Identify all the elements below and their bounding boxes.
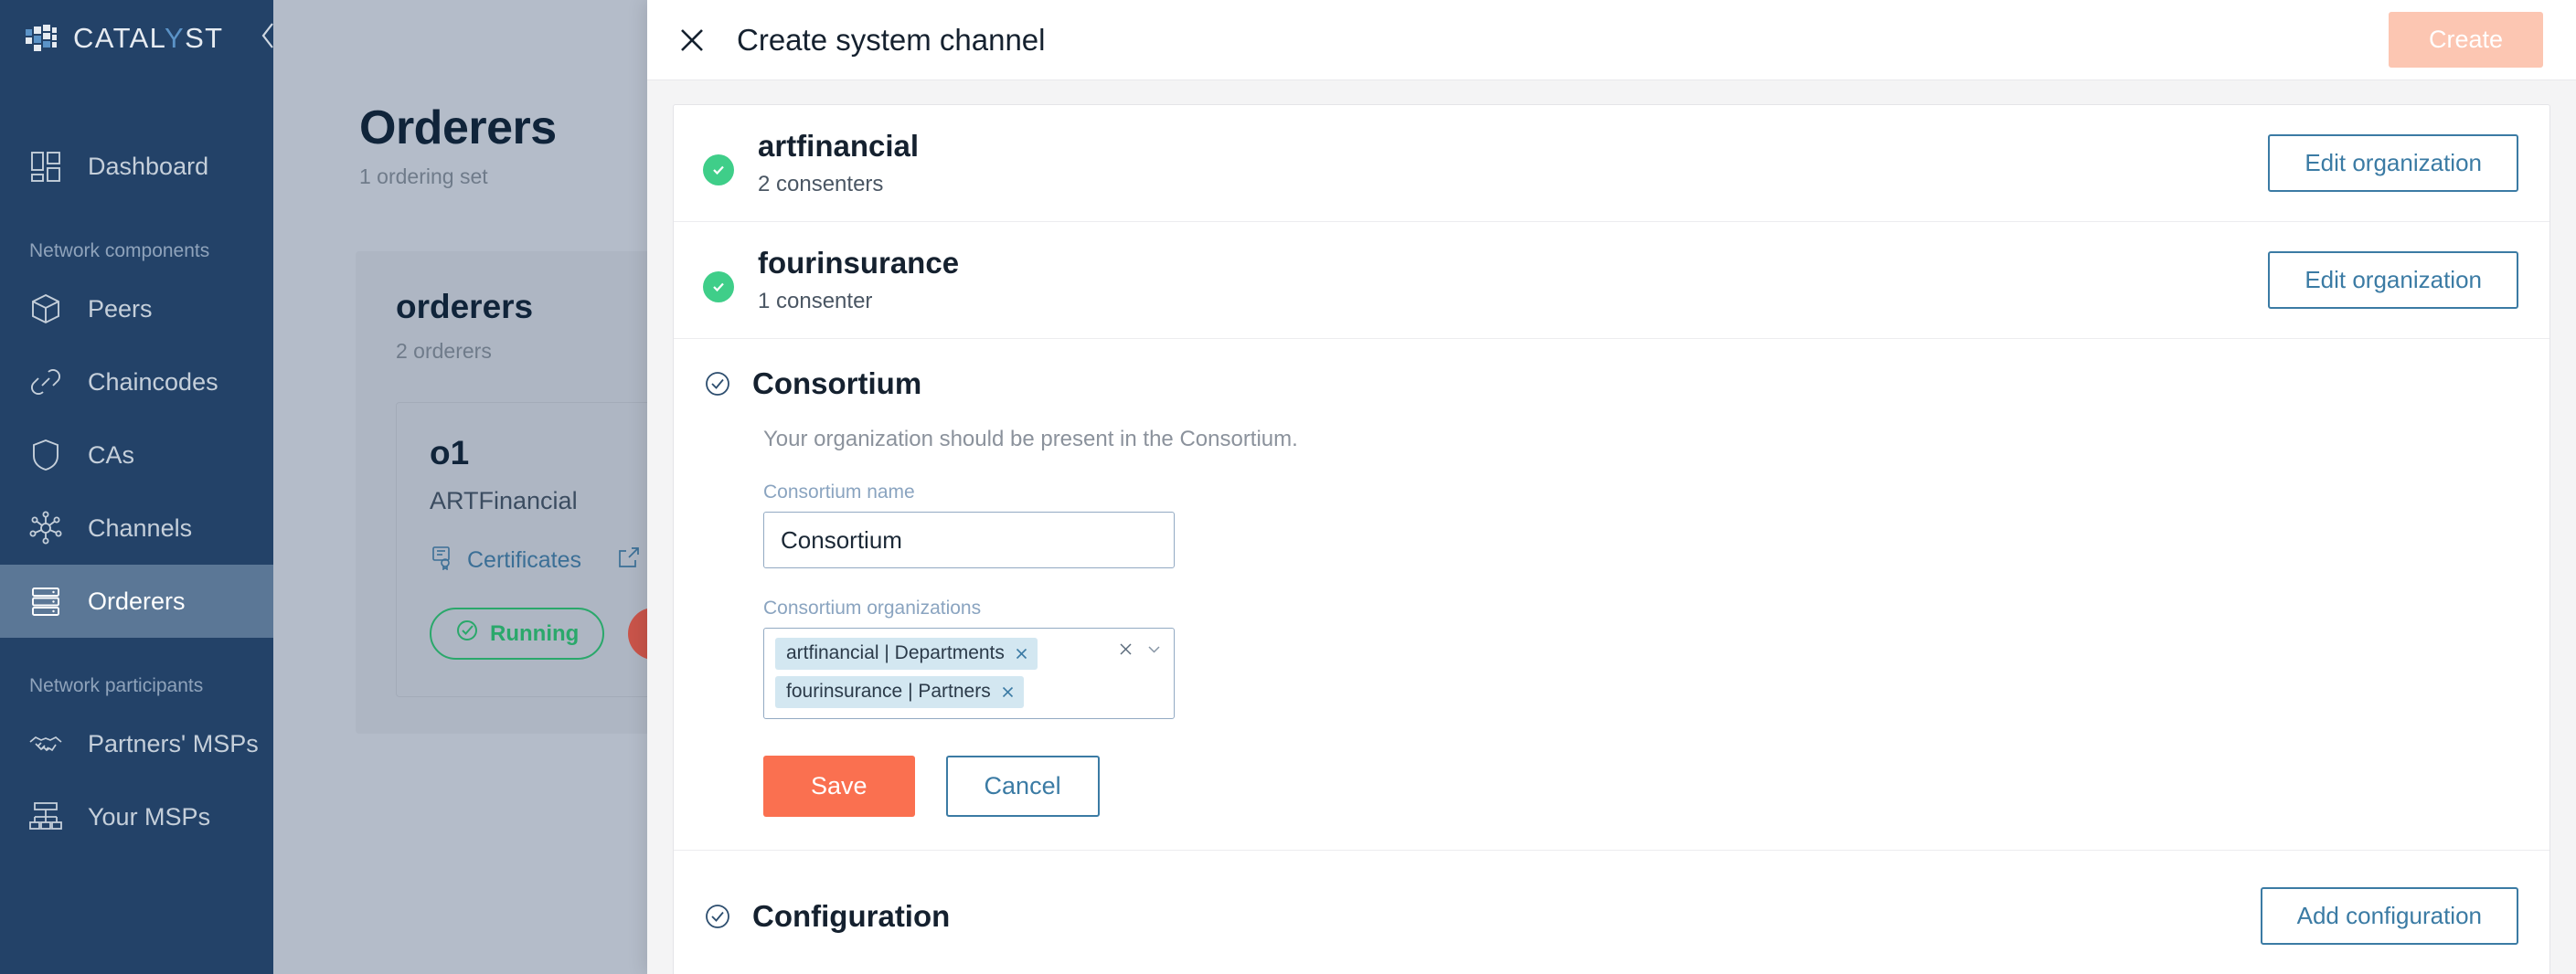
sidebar-item-label: Chaincodes <box>88 368 218 397</box>
sidebar-item-label: CAs <box>88 441 134 470</box>
chevron-down-icon[interactable] <box>1145 641 1163 658</box>
dashboard-icon <box>27 148 64 185</box>
organization-consenters: 2 consenters <box>758 172 919 197</box>
handshake-icon <box>27 725 64 762</box>
external-link-icon <box>616 545 642 577</box>
sidebar: CATALYST Dashboard Network components <box>0 0 273 974</box>
org-tree-icon <box>27 799 64 835</box>
sidebar-item-label: Peers <box>88 295 153 323</box>
sidebar-item-label: Dashboard <box>88 153 208 181</box>
organization-name: artfinancial <box>758 129 919 164</box>
shield-icon <box>27 437 64 473</box>
organization-info: artfinancial 2 consenters <box>758 129 919 197</box>
sidebar-item-partners-msps[interactable]: Partners' MSPs <box>0 707 273 780</box>
sidebar-spacer <box>0 77 273 130</box>
organization-name: fourinsurance <box>758 246 959 281</box>
organization-consenters: 1 consenter <box>758 289 959 314</box>
sidebar-item-dashboard[interactable]: Dashboard <box>0 130 273 203</box>
certificates-link-label: Certificates <box>467 547 581 574</box>
sidebar-item-chaincodes[interactable]: Chaincodes <box>0 345 273 418</box>
configuration-section: Configuration Add configuration <box>674 851 2549 974</box>
organization-info: fourinsurance 1 consenter <box>758 246 959 314</box>
close-icon[interactable] <box>667 16 717 65</box>
consortium-name-field-group: Consortium name <box>763 482 2518 568</box>
consortium-form-actions: Save Cancel <box>763 756 2518 817</box>
clear-selection-icon[interactable] <box>1117 641 1134 658</box>
edit-organization-button[interactable]: Edit organization <box>2268 251 2518 309</box>
sidebar-item-your-msps[interactable]: Your MSPs <box>0 780 273 853</box>
consortium-organizations-label: Consortium organizations <box>763 598 2518 619</box>
save-button[interactable]: Save <box>763 756 915 817</box>
sidebar-section-network-participants: Network participants <box>0 671 273 702</box>
link-chain-icon <box>27 364 64 400</box>
app-root: CATALYST Dashboard Network components <box>0 0 2576 974</box>
modal-title: Create system channel <box>737 23 1046 58</box>
check-circle-icon <box>455 619 479 649</box>
organization-row: artfinancial 2 consenters Edit organizat… <box>674 105 2549 222</box>
sidebar-item-label: Your MSPs <box>88 803 210 831</box>
brand-header: CATALYST <box>0 0 273 77</box>
check-circle-filled-icon <box>703 154 734 185</box>
cube-icon <box>27 291 64 327</box>
check-circle-outline-icon <box>703 902 732 931</box>
chip: fourinsurance | Partners <box>775 676 1024 708</box>
create-button[interactable]: Create <box>2389 12 2543 68</box>
sidebar-item-label: Channels <box>88 514 192 543</box>
modal-body: artfinancial 2 consenters Edit organizat… <box>647 80 2576 974</box>
modal-header: Create system channel Create <box>647 0 2576 80</box>
check-circle-filled-icon <box>703 271 734 302</box>
consortium-section: Consortium Your organization should be p… <box>674 339 2549 851</box>
server-rack-icon <box>27 583 64 619</box>
configuration-title: Configuration <box>752 899 950 934</box>
sidebar-item-peers[interactable]: Peers <box>0 272 273 345</box>
brand-name-accent: Y <box>165 22 185 54</box>
certificate-icon <box>430 545 455 577</box>
edit-organization-button[interactable]: Edit organization <box>2268 134 2518 192</box>
sidebar-section-network-components: Network components <box>0 236 273 267</box>
consortium-organizations-field-group: Consortium organizations artfinancial | … <box>763 598 2518 719</box>
create-system-channel-modal: Create system channel Create artfinancia… <box>647 0 2576 974</box>
sidebar-item-orderers[interactable]: Orderers <box>0 565 273 638</box>
certificates-link[interactable]: Certificates <box>430 545 581 577</box>
selected-chips: artfinancial | Departments <box>775 638 1038 708</box>
status-badge-running-label: Running <box>490 621 579 647</box>
organization-row: fourinsurance 1 consenter Edit organizat… <box>674 222 2549 339</box>
close-icon[interactable] <box>1000 684 1016 700</box>
sidebar-item-label: Orderers <box>88 588 186 616</box>
brand-name-main: CATAL <box>73 22 165 54</box>
chevron-left-icon[interactable] <box>259 20 273 57</box>
close-icon[interactable] <box>1014 646 1029 662</box>
consortium-organizations-select[interactable]: artfinancial | Departments <box>763 628 1175 719</box>
select-controls <box>1117 641 1163 658</box>
sidebar-item-label: Partners' MSPs <box>88 730 259 758</box>
chip-label: artfinancial | Departments <box>786 642 1005 664</box>
network-nodes-icon <box>27 510 64 546</box>
chip-label: fourinsurance | Partners <box>786 681 991 703</box>
add-configuration-button[interactable]: Add configuration <box>2261 887 2518 945</box>
chip: artfinancial | Departments <box>775 638 1038 670</box>
brand-wordmark: CATALYST <box>73 22 224 55</box>
check-circle-outline-icon <box>703 369 732 398</box>
sidebar-item-cas[interactable]: CAs <box>0 418 273 492</box>
status-badge-running: Running <box>430 608 604 660</box>
consortium-name-input[interactable] <box>763 512 1175 568</box>
consortium-name-label: Consortium name <box>763 482 2518 503</box>
brand-name-tail: ST <box>185 22 223 54</box>
catalyst-logo-icon <box>26 24 59 53</box>
cancel-button[interactable]: Cancel <box>946 756 1100 817</box>
consortium-title: Consortium <box>752 366 921 401</box>
sidebar-item-channels[interactable]: Channels <box>0 492 273 565</box>
consortium-description: Your organization should be present in t… <box>763 427 2518 452</box>
consortium-section-header: Consortium <box>703 366 2518 401</box>
channel-form-panel: artfinancial 2 consenters Edit organizat… <box>673 104 2550 974</box>
